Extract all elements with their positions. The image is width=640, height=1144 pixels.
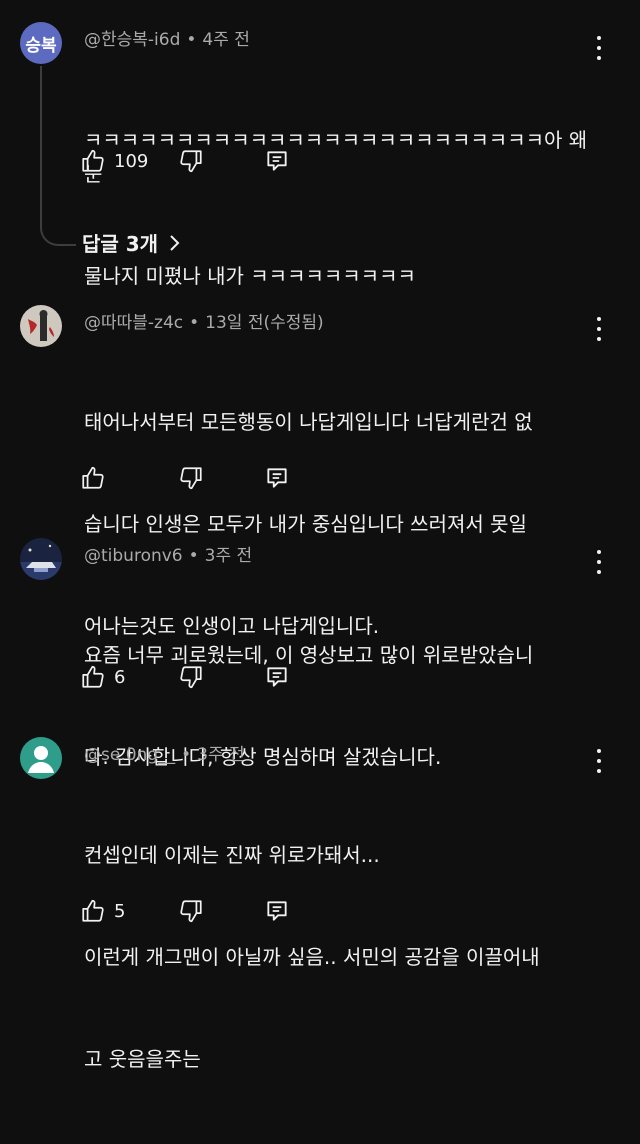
comment-author[interactable]: @tiburonv6 <box>84 546 183 566</box>
thumbs-down-icon <box>180 666 202 689</box>
thumbs-up-icon <box>82 149 104 172</box>
thumbs-down-icon <box>180 150 202 173</box>
avatar-image <box>20 305 62 347</box>
meta-separator: • <box>186 30 197 50</box>
thumbs-up-icon <box>82 665 104 688</box>
chevron-right-icon <box>170 234 180 251</box>
comment-time[interactable]: 3주 전 <box>197 745 245 765</box>
comment-meta: @tiburonv6 • 3주 전 <box>84 541 252 566</box>
comment-actions: 109 <box>80 146 300 176</box>
avatar[interactable] <box>20 538 62 580</box>
thumbs-down-icon <box>180 900 202 923</box>
like-button[interactable]: 5 <box>80 896 125 926</box>
replies-label: 답글 3개 <box>82 232 159 256</box>
reply-icon <box>267 901 287 921</box>
comment-actions: 5 <box>80 896 300 926</box>
thread-connector <box>40 66 76 246</box>
dislike-button[interactable] <box>178 662 204 692</box>
reply-icon <box>267 151 287 171</box>
view-replies-button[interactable]: 답글 3개 <box>82 228 180 257</box>
thumbs-up-icon <box>82 899 104 922</box>
avatar-image <box>20 538 62 580</box>
like-button[interactable] <box>80 463 114 493</box>
comment-time[interactable]: 4주 전 <box>202 30 250 50</box>
comment-text: 컨셉인데 이제는 진짜 위로가돼서... 이런게 개그맨이 아닐까 싶음.. 서… <box>84 770 594 1144</box>
comment-line: 태어나서부터 모든행동이 나답게입니다 너답게란건 없 <box>84 410 533 434</box>
comment-time[interactable]: 13일 전(수정됨) <box>205 313 324 333</box>
like-count: 6 <box>114 666 126 688</box>
default-avatar-icon <box>20 737 62 779</box>
comment-time[interactable]: 3주 전 <box>205 546 253 566</box>
avatar[interactable] <box>20 305 62 347</box>
comment-meta: @한승복-i6d • 4주 전 <box>84 25 250 50</box>
dislike-button[interactable] <box>178 896 204 926</box>
meta-separator: • <box>189 313 200 333</box>
comment-actions <box>80 463 300 493</box>
meta-separator: • <box>181 745 192 765</box>
avatar[interactable]: 승복 <box>20 22 62 64</box>
like-count: 109 <box>114 150 149 172</box>
comment-meta: @se.0ng__ • 3주 전 <box>84 740 245 765</box>
comment-line: 습니다 인생은 모두가 내가 중심입니다 쓰러져서 못일 <box>84 512 527 536</box>
reply-icon <box>267 468 287 488</box>
comment-author[interactable]: @따따블-z4c <box>84 313 183 333</box>
comment-actions: 6 <box>80 662 300 692</box>
comment-line: 물나지 미폈나 내가 ㅋㅋㅋㅋㅋㅋㅋㅋㅋ <box>84 264 416 288</box>
comment-line: 이런게 개그맨이 아닐까 싶음.. 서민의 공감을 이끌어내 <box>84 945 540 969</box>
reply-button[interactable] <box>264 896 290 926</box>
comment-meta: @따따블-z4c • 13일 전(수정됨) <box>84 308 324 333</box>
comment-line: 고 웃음을주는 <box>84 1047 201 1071</box>
reply-button[interactable] <box>264 662 290 692</box>
like-button[interactable]: 6 <box>80 662 125 692</box>
avatar[interactable] <box>20 737 62 779</box>
comment-author[interactable]: @se.0ng__ <box>84 745 175 765</box>
dislike-button[interactable] <box>178 146 204 176</box>
thumbs-up-icon <box>82 466 104 489</box>
comment-author[interactable]: @한승복-i6d <box>84 30 180 50</box>
reply-button[interactable] <box>264 146 290 176</box>
like-count: 5 <box>114 900 126 922</box>
comment-line: 컨셉인데 이제는 진짜 위로가돼서... <box>84 843 380 867</box>
like-button[interactable]: 109 <box>80 146 148 176</box>
meta-separator: • <box>188 546 199 566</box>
reply-button[interactable] <box>264 463 290 493</box>
thumbs-down-icon <box>180 467 202 490</box>
reply-icon <box>267 667 287 687</box>
avatar-initials: 승복 <box>25 35 57 56</box>
dislike-button[interactable] <box>178 463 204 493</box>
